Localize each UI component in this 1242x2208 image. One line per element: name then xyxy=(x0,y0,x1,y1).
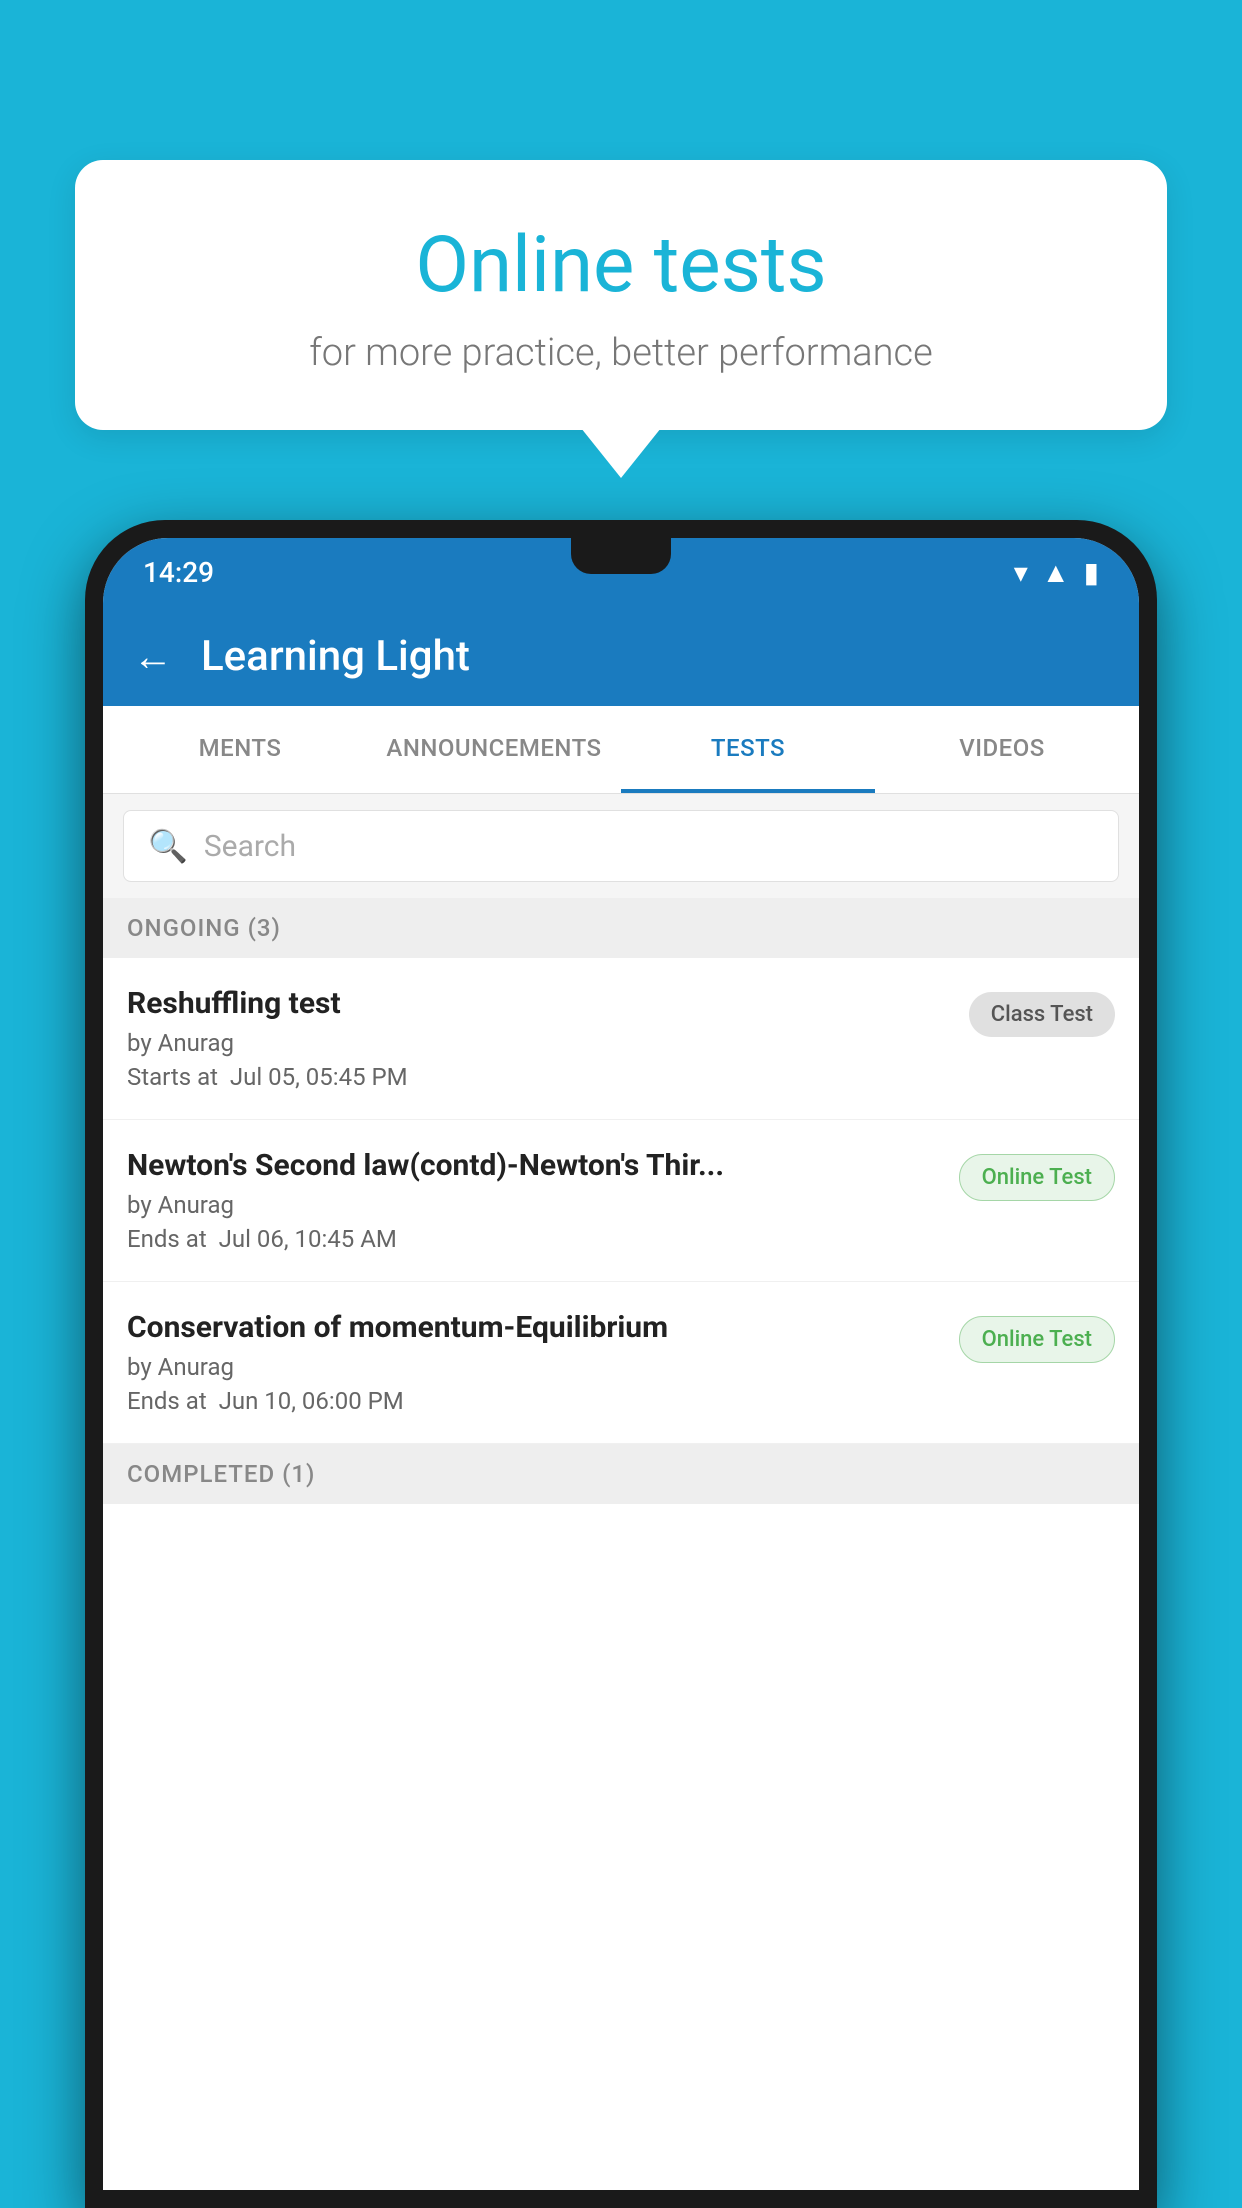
test-name: Newton's Second law(contd)-Newton's Thir… xyxy=(127,1148,943,1183)
bubble-subtitle: for more practice, better performance xyxy=(125,331,1117,375)
status-time: 14:29 xyxy=(143,556,214,589)
tab-announcements[interactable]: ANNOUNCEMENTS xyxy=(367,706,621,793)
test-item[interactable]: Newton's Second law(contd)-Newton's Thir… xyxy=(103,1120,1139,1282)
test-author: by Anurag xyxy=(127,1353,943,1381)
search-bar-container: 🔍 Search xyxy=(103,794,1139,898)
tab-ments[interactable]: MENTS xyxy=(113,706,367,793)
test-name: Reshuffling test xyxy=(127,986,953,1021)
test-badge: Class Test xyxy=(969,992,1115,1037)
phone-frame: 14:29 ▾ ▲ ▮ ← Learning Light MENTS ANNOU… xyxy=(85,520,1157,2208)
app-title: Learning Light xyxy=(201,632,470,681)
test-info: Reshuffling test by Anurag Starts at Jul… xyxy=(127,986,953,1091)
test-date: Ends at Jun 10, 06:00 PM xyxy=(127,1387,943,1415)
test-badge: Online Test xyxy=(959,1154,1115,1201)
search-placeholder: Search xyxy=(204,829,296,864)
completed-section-header: COMPLETED (1) xyxy=(103,1444,1139,1504)
test-author: by Anurag xyxy=(127,1191,943,1219)
phone-screen: 14:29 ▾ ▲ ▮ ← Learning Light MENTS ANNOU… xyxy=(103,538,1139,2190)
battery-icon: ▮ xyxy=(1084,556,1099,589)
wifi-icon: ▾ xyxy=(1014,556,1028,589)
tabs-bar: MENTS ANNOUNCEMENTS TESTS VIDEOS xyxy=(103,706,1139,794)
test-info: Conservation of momentum-Equilibrium by … xyxy=(127,1310,943,1415)
test-list: Reshuffling test by Anurag Starts at Jul… xyxy=(103,958,1139,2190)
test-item[interactable]: Reshuffling test by Anurag Starts at Jul… xyxy=(103,958,1139,1120)
app-bar: ← Learning Light xyxy=(103,606,1139,706)
phone-notch xyxy=(571,538,671,574)
test-item[interactable]: Conservation of momentum-Equilibrium by … xyxy=(103,1282,1139,1444)
bubble-title: Online tests xyxy=(125,220,1117,311)
test-badge: Online Test xyxy=(959,1316,1115,1363)
tab-videos[interactable]: VIDEOS xyxy=(875,706,1129,793)
search-input-wrapper[interactable]: 🔍 Search xyxy=(123,810,1119,882)
test-date: Ends at Jul 06, 10:45 AM xyxy=(127,1225,943,1253)
test-date: Starts at Jul 05, 05:45 PM xyxy=(127,1063,953,1091)
ongoing-section-header: ONGOING (3) xyxy=(103,898,1139,958)
search-icon: 🔍 xyxy=(148,827,188,865)
test-info: Newton's Second law(contd)-Newton's Thir… xyxy=(127,1148,943,1253)
tab-tests[interactable]: TESTS xyxy=(621,706,875,793)
test-name: Conservation of momentum-Equilibrium xyxy=(127,1310,943,1345)
promo-bubble: Online tests for more practice, better p… xyxy=(75,160,1167,430)
status-icons: ▾ ▲ ▮ xyxy=(1014,556,1099,589)
back-button[interactable]: ← xyxy=(133,633,173,680)
test-author: by Anurag xyxy=(127,1029,953,1057)
signal-icon: ▲ xyxy=(1042,556,1070,589)
